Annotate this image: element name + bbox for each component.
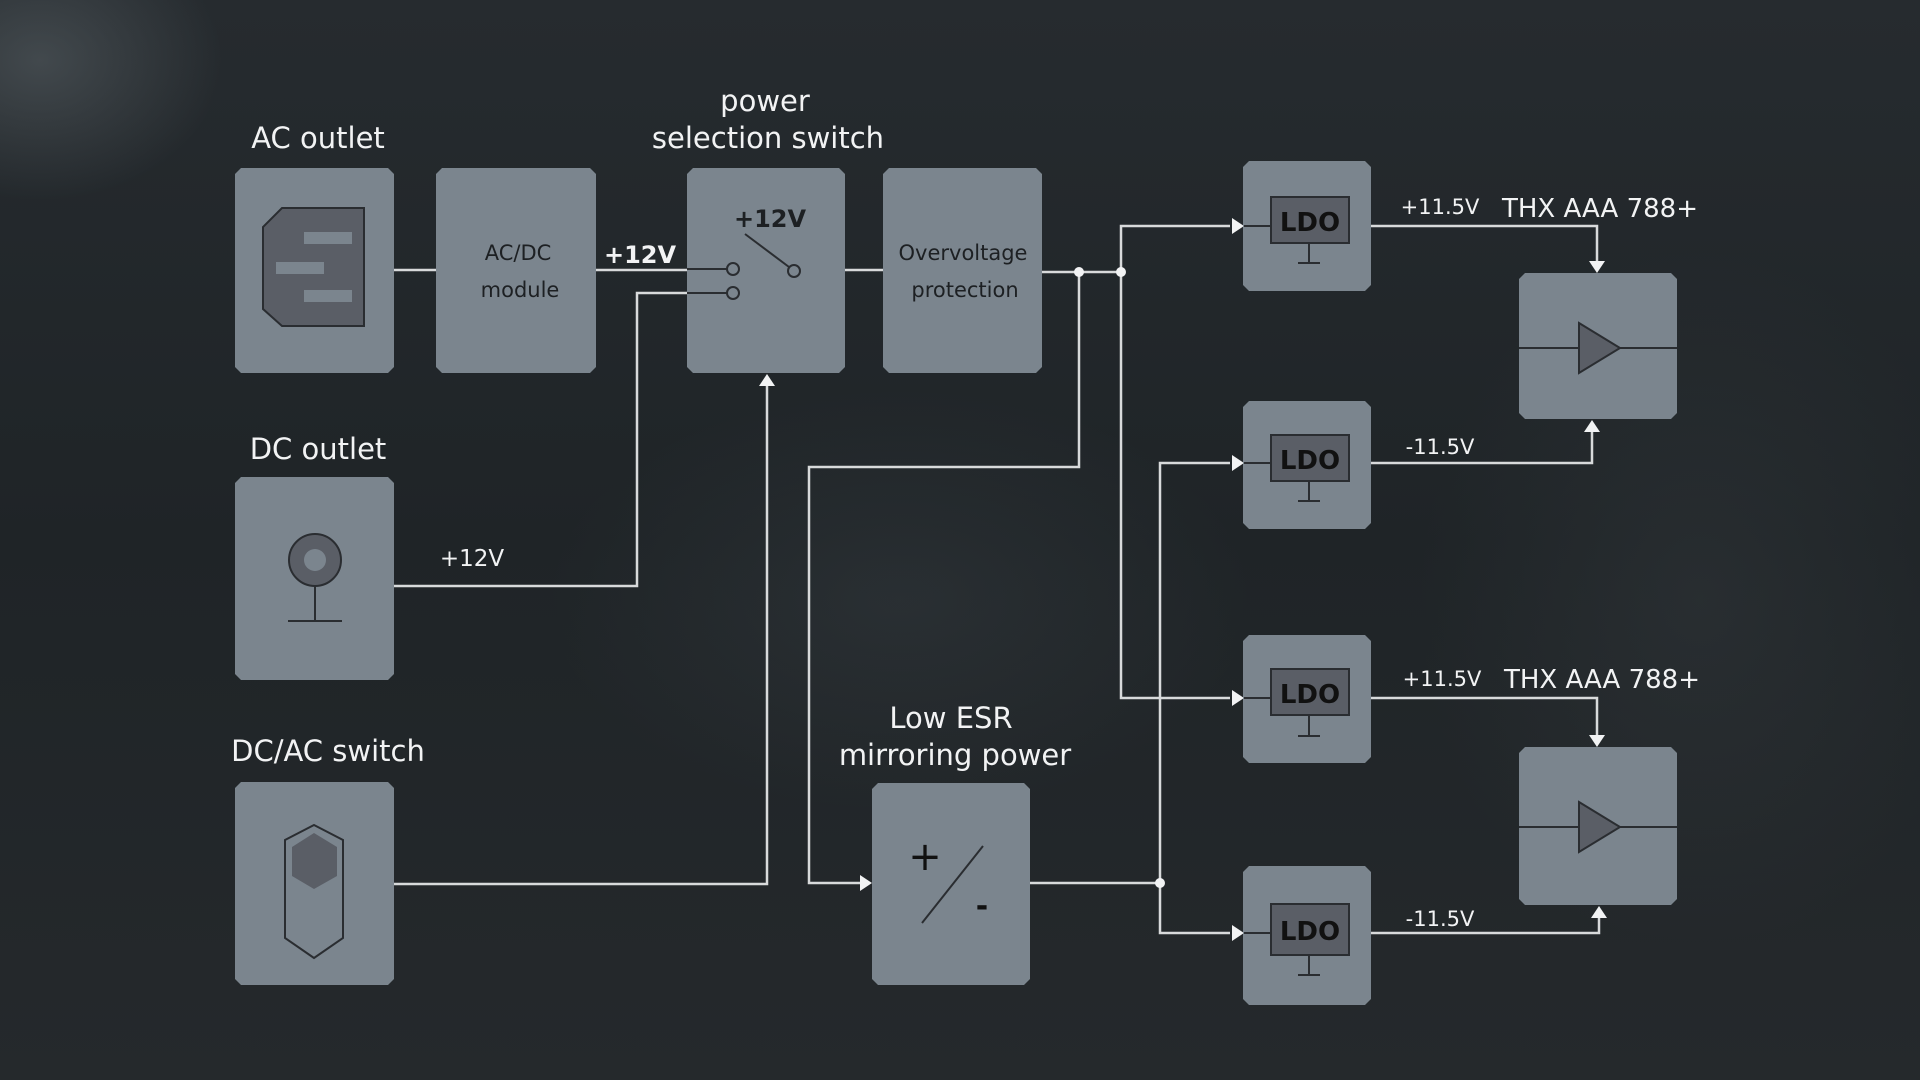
amp-2-label: THX AAA 788+ — [1503, 665, 1700, 695]
amp-1-label: THX AAA 788+ — [1501, 194, 1698, 224]
arrow-right-icon — [1232, 455, 1244, 471]
power-switch-label-line2: selection switch — [652, 121, 884, 155]
esr-plus-icon: + — [908, 834, 942, 880]
overvoltage-protection-block[interactable] — [883, 168, 1042, 373]
arrow-down-icon — [1589, 261, 1605, 273]
low-esr-mirroring-power-block[interactable] — [872, 783, 1030, 985]
arrow-right-icon — [1232, 218, 1244, 234]
switch-voltage-label: +12V — [734, 205, 807, 233]
ldo-1-label: LDO — [1280, 208, 1340, 238]
ovp-label-line1: Overvoltage — [899, 241, 1028, 265]
wire-ldo3-to-amp2 — [1371, 696, 1599, 735]
ac-outlet-label: AC outlet — [251, 121, 385, 155]
dc-outlet-block[interactable] — [235, 477, 394, 680]
arrow-up-icon — [1584, 420, 1600, 432]
ac-outlet-block[interactable] — [235, 168, 394, 373]
low-esr-label-line1: Low ESR — [889, 701, 1012, 735]
arrow-down-icon — [1589, 735, 1605, 747]
wire-to-ldo3 — [1119, 272, 1230, 700]
esr-minus-icon: - — [976, 889, 988, 924]
arrow-up-icon — [1591, 906, 1607, 918]
power-switch-label-line1: power — [720, 84, 810, 118]
dcac-switch-label: DC/AC switch — [231, 734, 425, 768]
junction-dot — [1116, 267, 1126, 277]
wire-dcac-to-switch — [394, 386, 769, 886]
junction-dot — [1074, 267, 1084, 277]
amplifier-block-2[interactable] — [1519, 747, 1677, 905]
arrow-right-icon — [1232, 925, 1244, 941]
ldo-2-output-voltage: -11.5V — [1406, 435, 1475, 459]
acdc-module-block[interactable] — [436, 168, 596, 373]
wire-ldo2-to-amp1 — [1371, 432, 1594, 465]
arrow-right-icon — [860, 875, 872, 891]
wire-ldo1-to-amp1 — [1371, 224, 1599, 262]
ovp-label-line2: protection — [911, 278, 1018, 302]
ldo-4-label: LDO — [1280, 917, 1340, 947]
low-esr-label-line2: mirroring power — [839, 738, 1071, 772]
ldo-3-label: LDO — [1280, 680, 1340, 710]
acdc-output-voltage: +12V — [604, 241, 677, 269]
ldo-4-output-voltage: -11.5V — [1406, 907, 1475, 931]
dcac-switch-block[interactable] — [235, 782, 394, 985]
ldo-2-label: LDO — [1280, 446, 1340, 476]
ac-pin-icon — [304, 232, 352, 244]
arrow-right-icon — [1232, 690, 1244, 706]
dc-jack-center — [304, 549, 326, 571]
dc-output-voltage: +12V — [440, 546, 505, 572]
power-block-diagram: AC outlet AC/DC module +12V power select… — [231, 84, 1700, 1005]
ac-pin-icon — [276, 262, 324, 274]
acdc-label-line1: AC/DC — [485, 241, 552, 265]
wire-to-ldo1 — [1119, 224, 1230, 272]
ac-pin-icon — [304, 290, 352, 302]
dc-outlet-label: DC outlet — [250, 432, 387, 466]
acdc-label-line2: module — [481, 278, 560, 302]
amplifier-block-1[interactable] — [1519, 273, 1677, 419]
junction-dot — [1155, 878, 1165, 888]
junctions — [1074, 267, 1165, 888]
arrow-up-icon — [759, 374, 775, 386]
ldo-3-output-voltage: +11.5V — [1403, 667, 1482, 691]
power-selection-switch-block[interactable] — [687, 168, 845, 373]
ldo-1-output-voltage: +11.5V — [1401, 195, 1480, 219]
